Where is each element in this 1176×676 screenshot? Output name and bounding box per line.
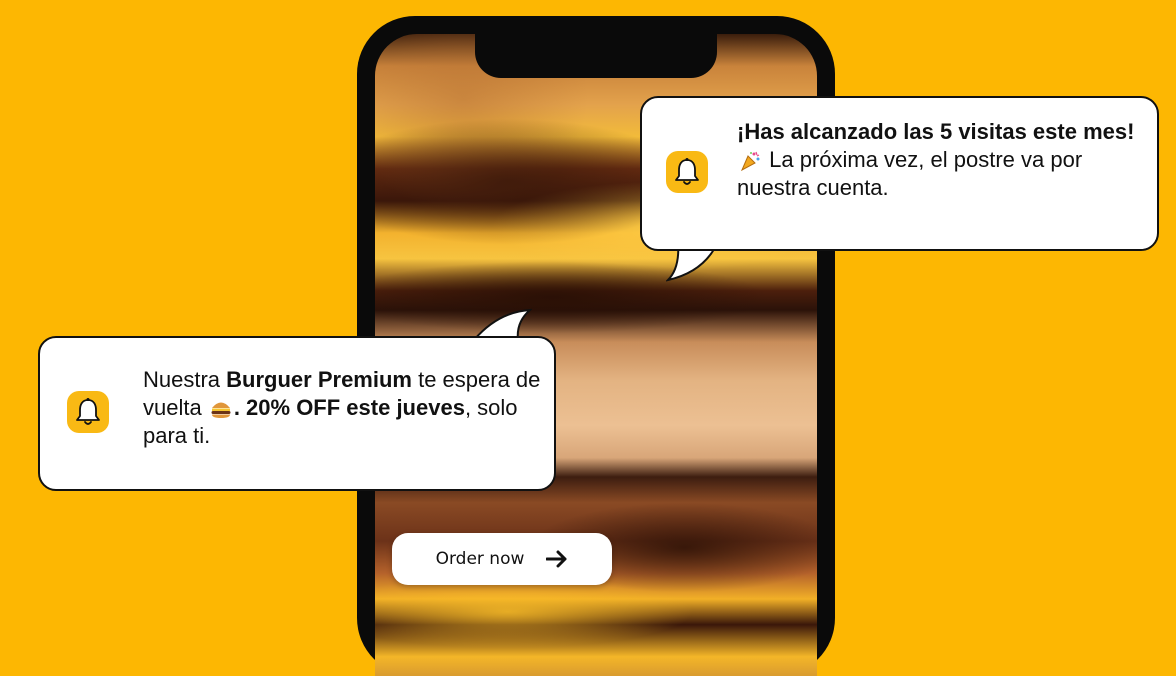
notification-visits-text: ¡Has alcanzado las 5 visitas este mes! L… — [737, 118, 1157, 202]
premium-bold-2: . 20% OFF este jueves — [233, 395, 465, 420]
visits-bold-text: ¡Has alcanzado las 5 visitas este mes! — [737, 119, 1135, 144]
phone-notch — [475, 34, 717, 78]
notification-premium-text: Nuestra Burguer Premium te espera de vue… — [143, 366, 553, 450]
hamburger-icon — [211, 402, 231, 419]
bell-icon — [67, 391, 109, 433]
notification-premium: Nuestra Burguer Premium te espera de vue… — [38, 336, 556, 491]
premium-text-1: Nuestra — [143, 367, 227, 392]
premium-bold-1: Burguer Premium — [226, 367, 412, 392]
arrow-right-icon — [546, 550, 567, 568]
visits-text: La próxima vez, el postre va por nuestra… — [737, 147, 1083, 200]
notification-visits: ¡Has alcanzado las 5 visitas este mes! L… — [640, 96, 1159, 251]
order-now-button[interactable]: Order now — [392, 533, 612, 585]
party-popper-icon — [740, 151, 760, 172]
bubble-tail-bottom — [472, 308, 532, 340]
order-now-label: Order now — [435, 549, 525, 569]
bell-icon — [666, 151, 708, 193]
